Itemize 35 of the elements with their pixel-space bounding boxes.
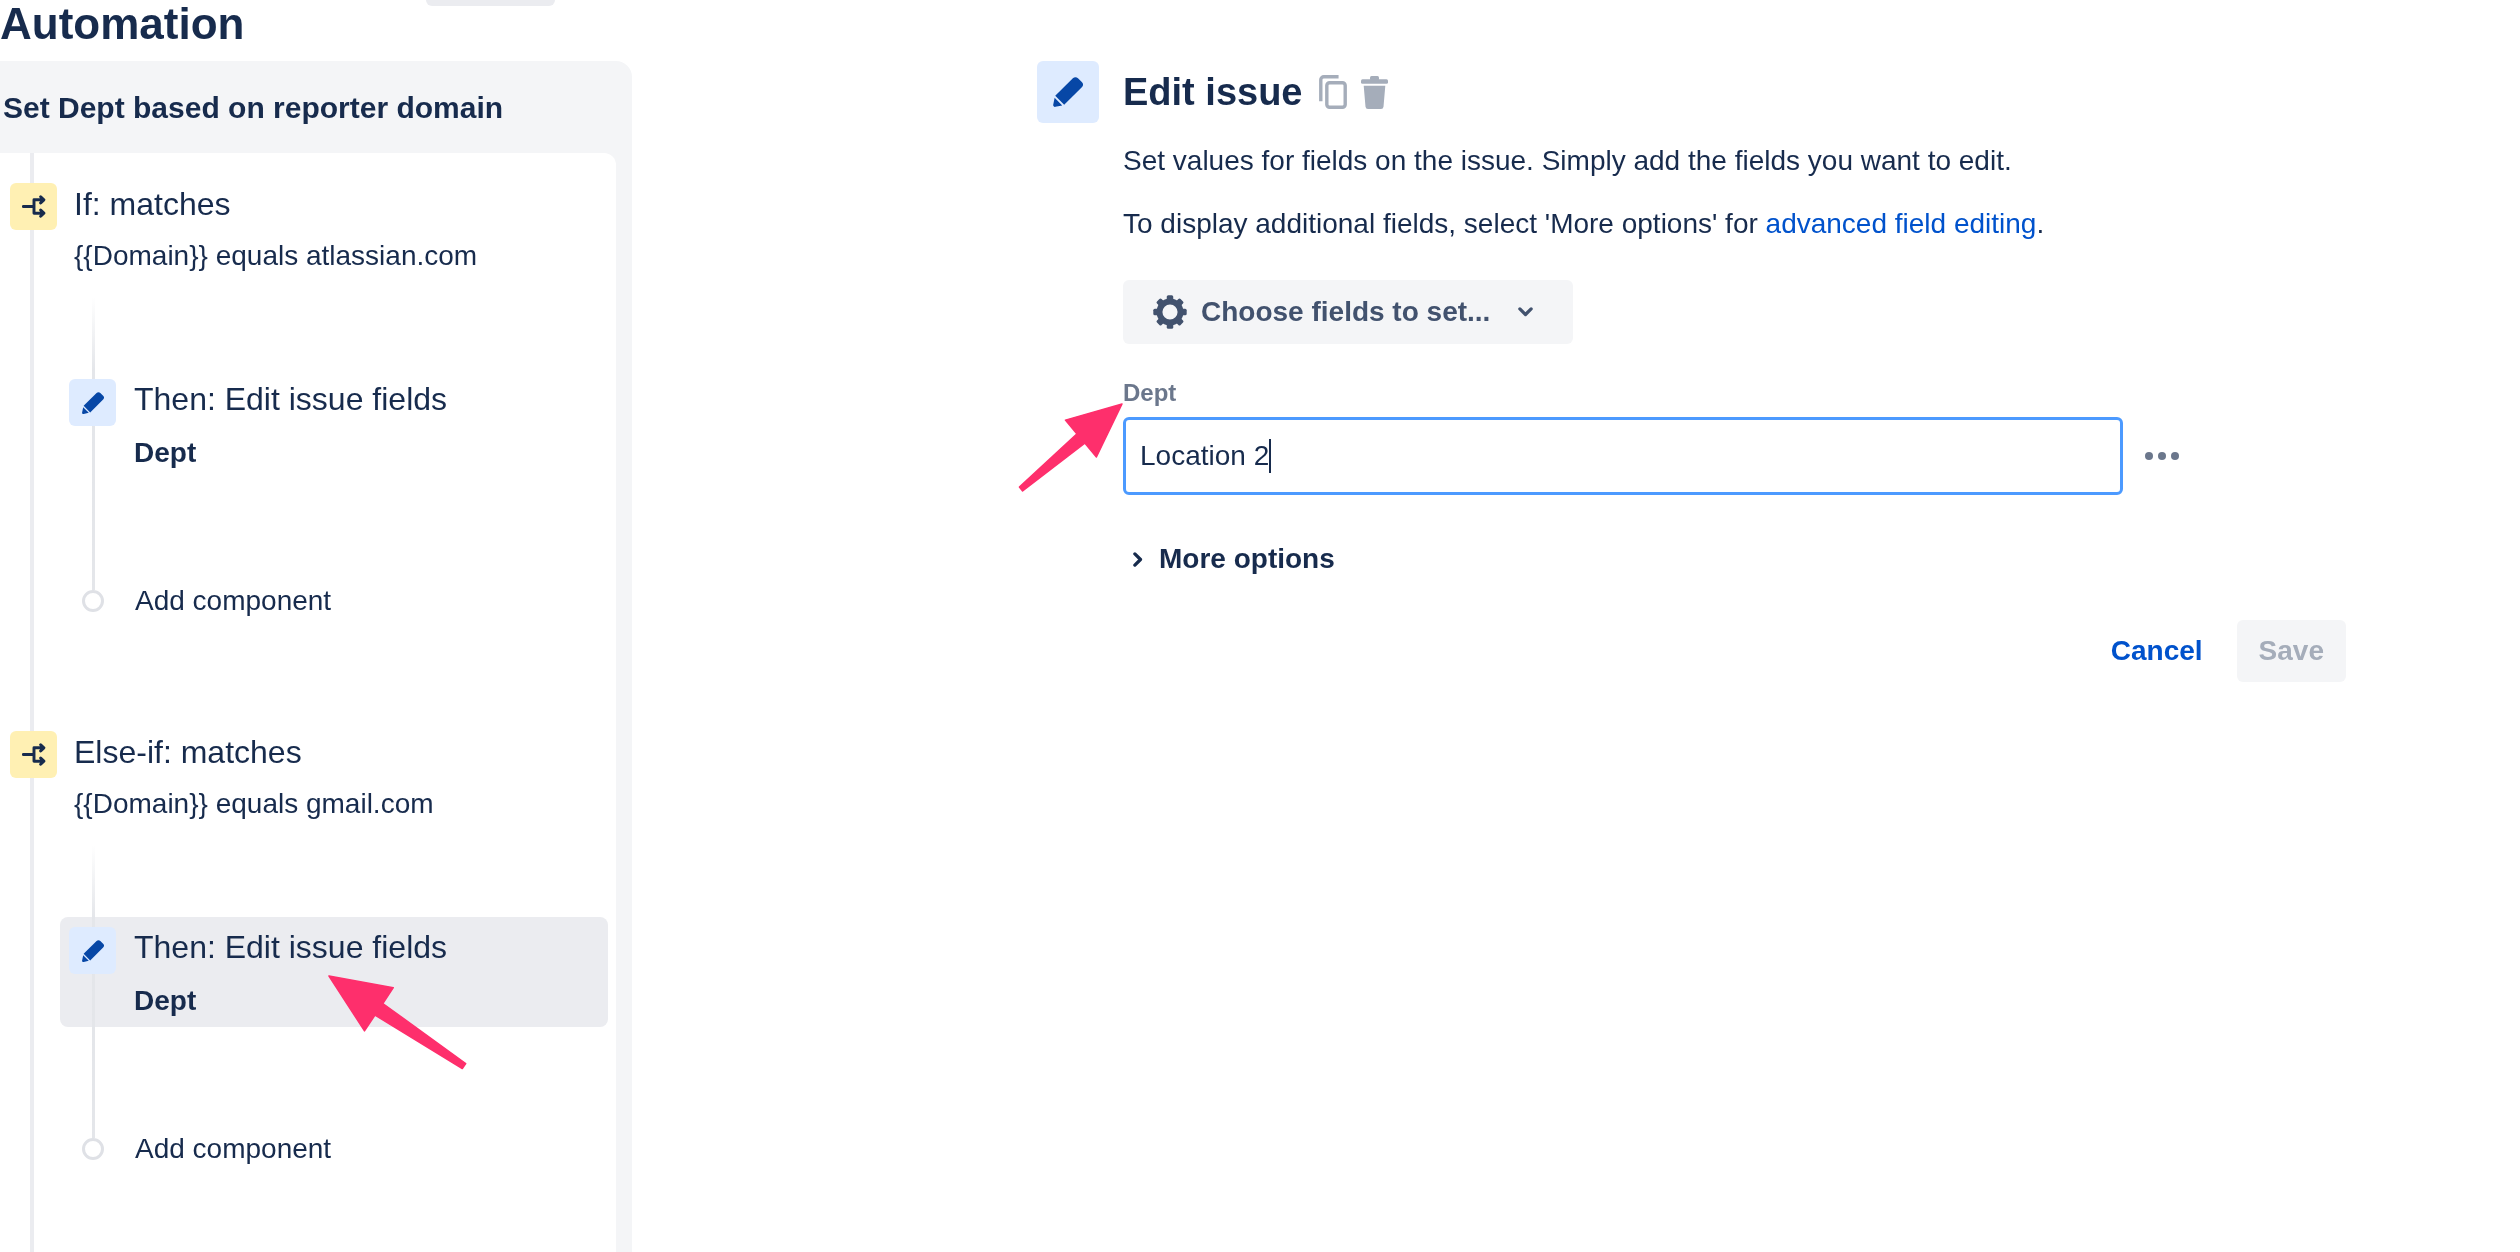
action-title: Then: Edit issue fields <box>134 380 448 419</box>
text-input-field[interactable]: Location 2 <box>1123 417 2123 495</box>
branch-icon <box>10 183 57 230</box>
condition-expression: {{Domain}} equals gmail.com <box>74 787 434 821</box>
pencil-icon <box>1037 61 1099 123</box>
text-cursor-icon <box>1269 439 1272 473</box>
action-field: Dept <box>134 983 197 1019</box>
pencil-icon <box>69 379 116 426</box>
trash-icon[interactable] <box>1360 75 1388 109</box>
more-icon[interactable] <box>2145 452 2179 460</box>
action-field: Dept <box>134 435 197 471</box>
page-title: Automation <box>0 0 245 48</box>
add-component-button[interactable]: Add component <box>60 1131 344 1167</box>
condition-title: Else-if: matches <box>74 733 303 772</box>
more-options-toggle[interactable]: More options <box>1123 539 1335 579</box>
condition-item[interactable]: If: matches {{Domain}} equals atlassian.com <box>10 183 490 274</box>
pencil-icon <box>69 927 116 974</box>
hint-text: To display additional fields, select 'More options' for advanced field editing. <box>1123 207 2045 241</box>
description-text: Set values for fields on the issue. Simply add the fields you want to edit. <box>1123 144 2012 178</box>
action-item[interactable]: Then: Edit issue fields Dept <box>60 917 608 1027</box>
copy-icon[interactable] <box>1318 75 1347 109</box>
help-link[interactable]: advanced field editing <box>1765 208 2037 239</box>
panel-title: Edit issue <box>1123 70 1303 115</box>
add-component-button[interactable]: Add component <box>60 583 344 619</box>
caret-icon <box>1518 307 1534 317</box>
condition-item[interactable]: Else-if: matches {{Domain}} equals gmail.com <box>10 731 446 822</box>
choose-fields-button[interactable]: Choose fields to set... <box>1123 280 1574 344</box>
condition-title: If: matches <box>74 185 232 224</box>
gear-icon <box>1153 295 1187 329</box>
condition-expression: {{Domain}} equals atlassian.com <box>74 239 478 273</box>
cancel-button[interactable]: Cancel <box>2098 620 2215 682</box>
branch-icon <box>10 731 57 778</box>
field-label: Dept <box>1123 378 1177 408</box>
rule-title: Set Dept based on reporter domain <box>3 89 504 126</box>
action-title: Then: Edit issue fields <box>134 928 448 967</box>
